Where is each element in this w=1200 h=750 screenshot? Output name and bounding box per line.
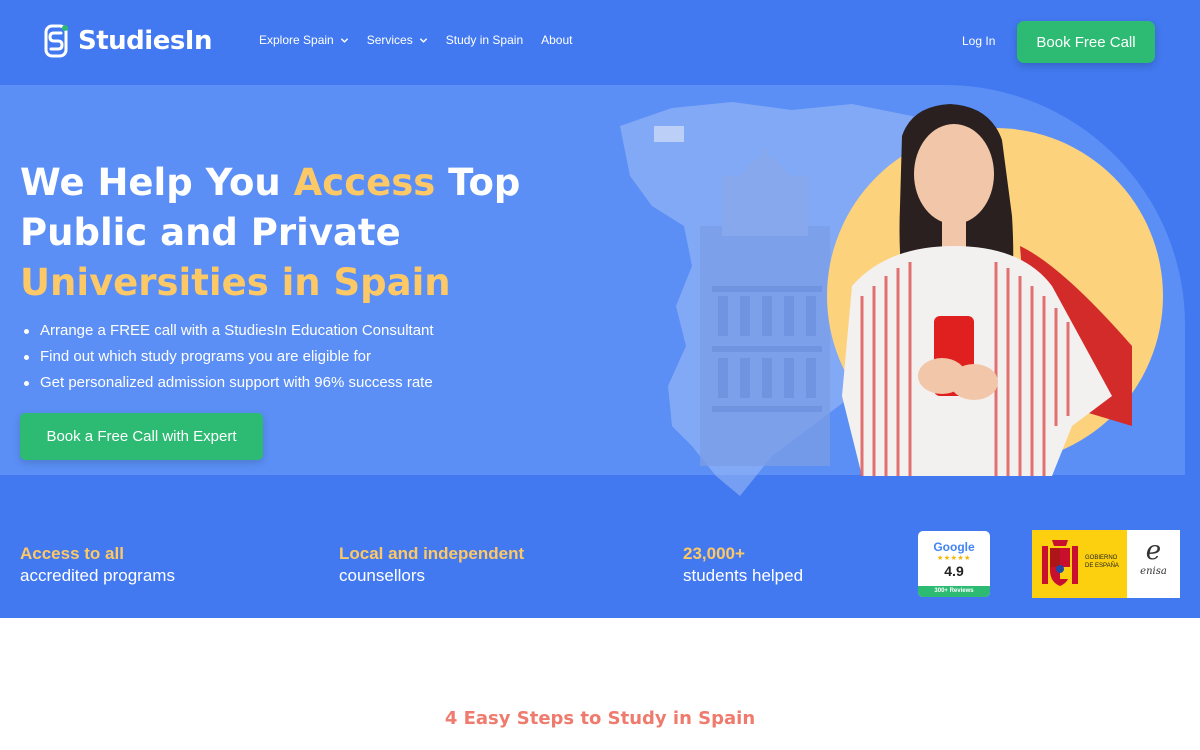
chevron-down-icon <box>340 37 348 43</box>
star-rating-icon: ★★★★★ <box>937 555 971 562</box>
google-reviews-badge[interactable]: Google ★★★★★ 4.9 300+ Reviews <box>918 531 990 597</box>
enisa-wordmark: enisa <box>1140 566 1167 577</box>
nav-menu: Explore Spain Services Study in Spain Ab… <box>259 33 572 47</box>
stat-highlight: 23,000+ <box>683 544 745 563</box>
benefit-item: Find out which study programs you are el… <box>22 344 434 370</box>
stat-students-helped: 23,000+ students helped <box>683 543 803 587</box>
stat-counsellors: Local and independent counsellors <box>339 543 524 587</box>
book-free-call-button[interactable]: Book Free Call <box>1017 21 1155 63</box>
studiesin-logo-icon <box>44 24 68 58</box>
hero-illustration <box>620 102 1163 496</box>
stat-highlight: Access to all <box>20 544 124 563</box>
google-rating: 4.9 <box>944 563 964 579</box>
gobierno-text: GOBIERNO DE ESPAÑA <box>1085 554 1119 570</box>
stat-caption: counsellors <box>339 566 425 585</box>
brand-name: StudiesIn <box>78 26 212 56</box>
stat-caption: accredited programs <box>20 566 175 585</box>
brand-logo[interactable]: StudiesIn <box>44 24 212 58</box>
nav-item-label: About <box>541 33 573 47</box>
nav-item-services[interactable]: Services <box>367 33 428 47</box>
nav-item-study-in-spain[interactable]: Study in Spain <box>446 33 523 47</box>
review-count: 300+ Reviews <box>918 586 990 597</box>
login-link[interactable]: Log In <box>962 34 995 48</box>
nav-item-label: Services <box>366 33 413 47</box>
stat-caption: students helped <box>683 566 804 585</box>
chevron-down-icon <box>419 37 427 43</box>
hero-benefits-list: Arrange a FREE call with a StudiesIn Edu… <box>22 318 434 396</box>
government-partner-badge: GOBIERNO DE ESPAÑA e enisa <box>1032 530 1180 598</box>
steps-section-title: 4 Easy Steps to Study in Spain <box>444 708 756 729</box>
headline-text: We Help You <box>20 161 294 204</box>
nav-item-label: Explore Spain <box>259 33 334 47</box>
gobierno-espana-logo: GOBIERNO DE ESPAÑA <box>1032 530 1127 598</box>
top-navigation: StudiesIn Explore Spain Services Study i… <box>0 0 1200 84</box>
stat-highlight: Local and independent <box>339 544 525 563</box>
google-wordmark: Google <box>933 540 975 554</box>
nav-item-label: Study in Spain <box>445 33 524 47</box>
nav-item-explore-spain[interactable]: Explore Spain <box>259 33 349 47</box>
gov-line: DE ESPAÑA <box>1085 563 1119 569</box>
headline-highlight: Access <box>293 161 436 204</box>
benefit-item: Arrange a FREE call with a StudiesIn Edu… <box>22 318 434 344</box>
hero-headline: We Help You Access Top Public and Privat… <box>20 158 580 308</box>
nav-item-about[interactable]: About <box>541 33 572 47</box>
enisa-e-icon: e <box>1145 536 1162 566</box>
hero-section: StudiesIn Explore Spain Services Study i… <box>0 0 1200 618</box>
gov-line: GOBIERNO <box>1085 555 1118 561</box>
book-free-call-expert-button[interactable]: Book a Free Call with Expert <box>20 413 263 460</box>
enisa-logo: e enisa <box>1127 530 1180 598</box>
spain-coat-of-arms-icon <box>1042 540 1078 586</box>
benefit-item: Get personalized admission support with … <box>22 370 434 396</box>
headline-highlight: Universities in Spain <box>20 261 451 304</box>
stat-accredited-programs: Access to all accredited programs <box>20 543 175 587</box>
